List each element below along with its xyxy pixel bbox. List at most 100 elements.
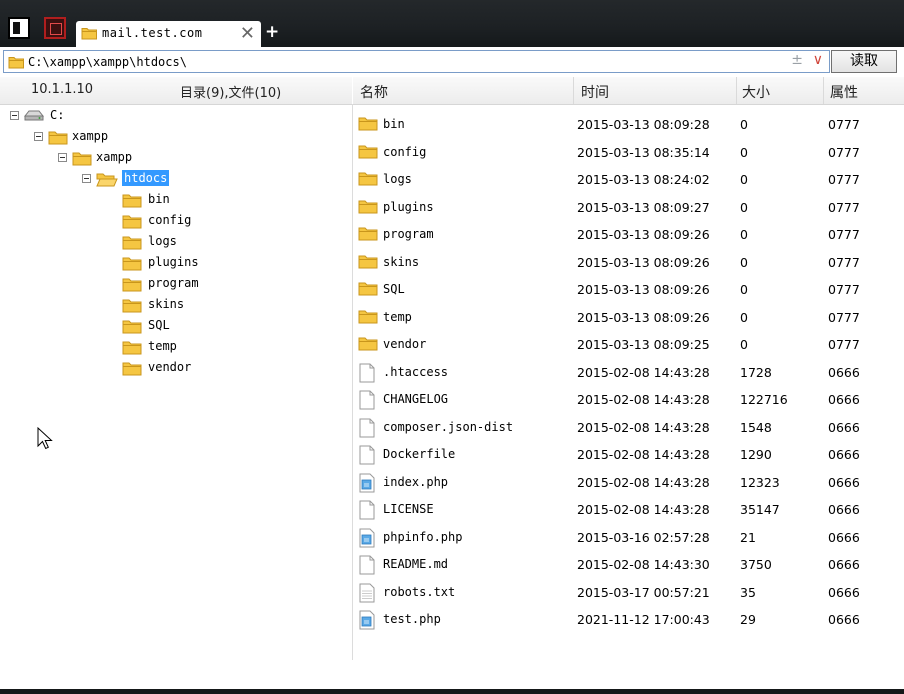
file-attr: 0666 [828,474,860,490]
file-size: 21 [740,529,756,545]
window-mode-icon[interactable] [8,17,30,39]
tree-label: bin [148,192,170,206]
file-attr: 0666 [828,502,860,517]
file-attr: 0777 [828,309,860,325]
file-icon [358,418,376,441]
tree-node-temp[interactable]: temp [122,338,242,358]
folder-icon [122,194,142,208]
table-row[interactable]: skins 2015-03-13 08:09:26 0 0777 [353,249,904,276]
file-size: 0 [740,199,748,215]
tree-node-xampp[interactable]: xampp [34,128,154,148]
tree-node-sql[interactable]: SQL [122,317,242,337]
table-row[interactable]: phpinfo.php 2015-03-16 02:57:28 21 0666 [353,524,904,551]
php-file-icon [358,528,376,551]
file-attr: 0666 [828,364,860,380]
table-row[interactable]: robots.txt 2015-03-17 00:57:21 35 0666 [353,579,904,606]
file-attr: 0666 [828,612,860,627]
file-attr: 0777 [828,227,860,242]
file-size: 0 [740,172,748,187]
tree-node-program[interactable]: program [122,275,242,295]
file-name: .htaccess [383,364,449,379]
column-separator[interactable] [573,77,574,104]
file-icon [358,363,376,386]
file-time: 2015-02-08 14:43:28 [577,364,710,380]
table-row[interactable]: config 2015-03-13 08:35:14 0 0777 [353,139,904,166]
address-bar: C:\xampp\xampp\htdocs\ ± ∨ 读取 [0,50,904,74]
collapse-icon[interactable] [58,153,67,162]
chevron-down-icon[interactable]: ∨ [813,52,823,68]
table-row[interactable]: Dockerfile 2015-02-08 14:43:28 1290 0666 [353,441,904,468]
table-row[interactable]: test.php 2021-11-12 17:00:43 29 0666 [353,606,904,633]
column-separator[interactable] [823,77,824,104]
file-size: 0 [740,144,748,160]
tab-mail-test-com[interactable]: mail.test.com ✕ [76,21,261,47]
file-time: 2015-02-08 14:43:30 [577,557,710,572]
collapse-icon[interactable] [10,111,19,120]
tree-node-logs[interactable]: logs [122,233,242,253]
folder-icon [358,225,378,244]
column-separator[interactable] [736,77,737,104]
folder-icon [48,131,68,145]
table-row[interactable]: .htaccess 2015-02-08 14:43:28 1728 0666 [353,359,904,386]
add-tab-icon[interactable]: + [265,22,279,42]
file-name: config [383,144,427,159]
file-time: 2015-03-17 00:57:21 [577,584,710,600]
tree-node-drive[interactable]: C: [10,107,130,127]
table-row[interactable]: SQL 2015-03-13 08:09:26 0 0777 [353,276,904,303]
collapse-icon[interactable] [34,132,43,141]
tree-label: C: [50,108,65,122]
file-time: 2015-03-13 08:24:02 [577,172,710,187]
tree-node-skins[interactable]: skins [122,296,242,316]
folder-icon [122,341,142,355]
folder-icon [122,236,142,250]
table-row[interactable]: index.php 2015-02-08 14:43:28 12323 0666 [353,469,904,496]
path-input[interactable]: C:\xampp\xampp\htdocs\ ± ∨ [3,50,830,73]
table-row[interactable]: vendor 2015-03-13 08:09:25 0 0777 [353,331,904,358]
file-name: index.php [383,474,449,489]
record-icon[interactable] [44,17,66,39]
column-header-attr[interactable]: 属性 [830,82,858,102]
file-name: logs [383,172,412,186]
collapse-icon[interactable] [82,174,91,183]
file-time: 2015-02-08 14:43:28 [577,502,710,517]
folder-icon [81,28,97,40]
read-button[interactable]: 读取 [831,50,897,73]
column-header-name[interactable]: 名称 [360,82,388,102]
tree-node-bin[interactable]: bin [122,191,242,211]
file-time: 2015-03-13 08:35:14 [577,144,710,160]
plus-minus-icon[interactable]: ± [791,52,803,68]
tree-node-htdocs[interactable]: htdocs [82,170,202,190]
column-header-time[interactable]: 时间 [581,82,609,102]
tree-label: temp [148,339,177,353]
table-row[interactable]: bin 2015-03-13 08:09:28 0 0777 [353,111,904,138]
tree-node-config[interactable]: config [122,212,242,232]
table-row[interactable]: CHANGELOG 2015-02-08 14:43:28 122716 0666 [353,386,904,413]
table-row[interactable]: composer.json-dist 2015-02-08 14:43:28 154… [353,414,904,441]
file-time: 2015-03-13 08:09:25 [577,337,710,352]
tree-label: htdocs [122,170,170,186]
folder-icon [122,362,142,376]
table-row[interactable]: plugins 2015-03-13 08:09:27 0 0777 [353,194,904,221]
table-row[interactable]: program 2015-03-13 08:09:26 0 0777 [353,221,904,248]
folder-icon [358,115,378,134]
file-time: 2015-03-13 08:09:26 [577,282,710,297]
file-icon [358,555,376,578]
table-row[interactable]: temp 2015-03-13 08:09:26 0 0777 [353,304,904,331]
file-name: test.php [383,612,441,626]
table-row[interactable]: logs 2015-03-13 08:24:02 0 0777 [353,166,904,193]
file-time: 2015-03-13 08:09:26 [577,309,710,325]
table-row[interactable]: LICENSE 2015-02-08 14:43:28 35147 0666 [353,496,904,523]
file-attr: 0666 [828,447,860,462]
close-tab-icon[interactable]: ✕ [240,23,255,44]
drive-icon [24,110,44,121]
folder-icon [358,143,378,162]
tree-node-plugins[interactable]: plugins [122,254,242,274]
tree-node-vendor[interactable]: vendor [122,359,242,379]
tree-label: plugins [148,255,199,269]
item-count: 目录(9),文件(10) [180,86,282,101]
file-size: 0 [740,227,748,242]
column-header-size[interactable]: 大小 [742,82,770,102]
table-row[interactable]: README.md 2015-02-08 14:43:30 3750 0666 [353,551,904,578]
tree-node-xampp-inner[interactable]: xampp [58,149,178,169]
file-time: 2015-02-08 14:43:28 [577,419,710,435]
